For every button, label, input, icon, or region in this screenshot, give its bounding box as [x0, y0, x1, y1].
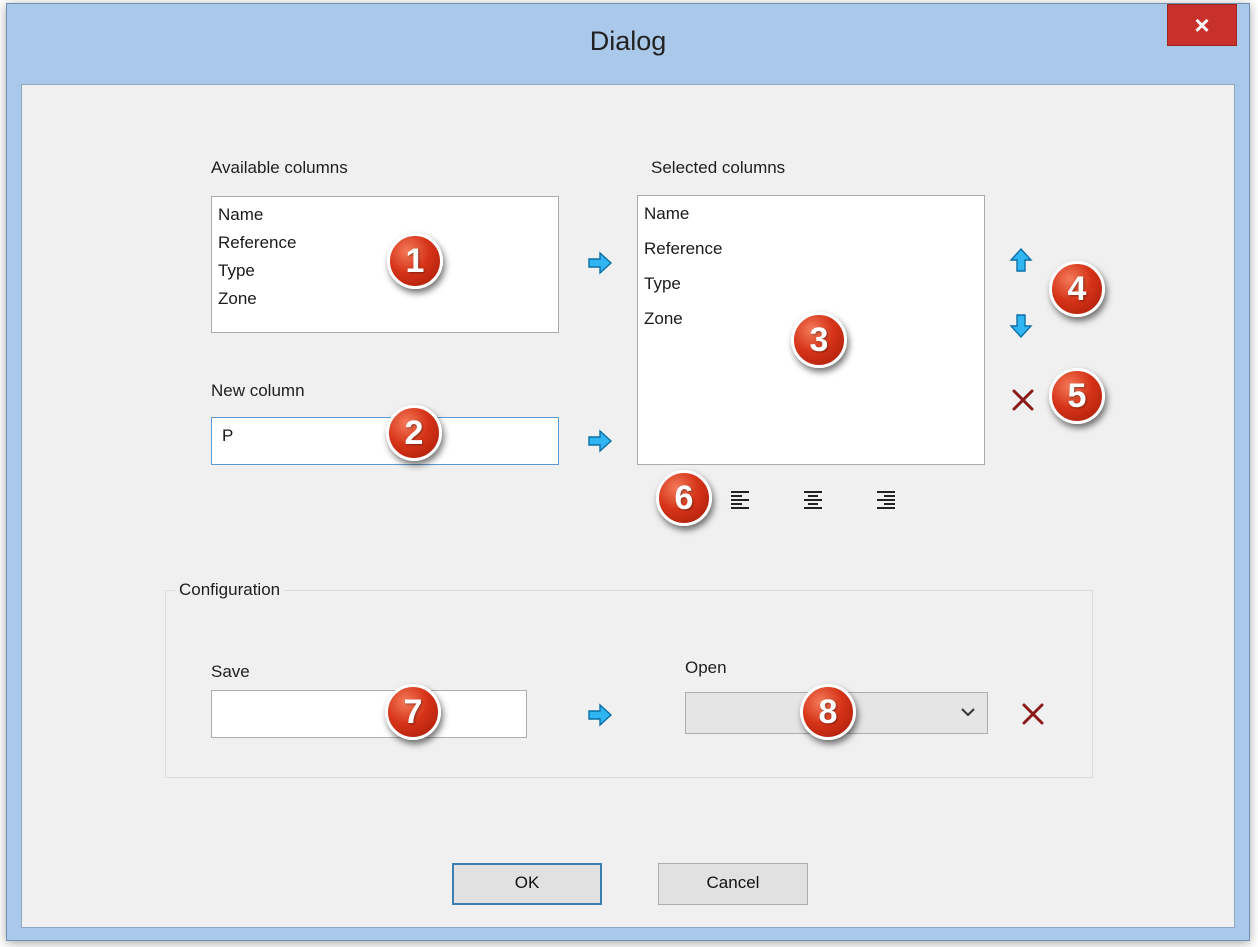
dialog-window: Dialog × Available columns Name Referenc… [6, 3, 1250, 941]
callout-badge-3: 3 [791, 312, 847, 368]
configuration-group [165, 590, 1093, 778]
callout-badge-5: 5 [1049, 368, 1105, 424]
close-button[interactable]: × [1167, 4, 1237, 46]
available-columns-list[interactable]: Name Reference Type Zone [211, 196, 559, 333]
selected-columns-label: Selected columns [651, 158, 786, 177]
open-label: Open [685, 658, 727, 677]
configuration-group-label: Configuration [175, 580, 285, 600]
callout-badge-6: 6 [656, 470, 712, 526]
add-new-column-arrow-icon[interactable] [587, 428, 613, 454]
callout-badge-4: 4 [1049, 261, 1105, 317]
dialog-title: Dialog [589, 26, 667, 56]
ok-button[interactable]: OK [452, 863, 602, 905]
callout-badge-2: 2 [386, 405, 442, 461]
move-up-arrow-icon[interactable] [1009, 247, 1033, 273]
new-column-input[interactable]: P [211, 417, 559, 465]
list-item[interactable]: Zone [218, 289, 257, 309]
callout-badge-7: 7 [385, 684, 441, 740]
align-left-icon[interactable] [729, 488, 751, 510]
cancel-button[interactable]: Cancel [658, 863, 808, 905]
add-column-arrow-icon[interactable] [587, 250, 613, 276]
available-columns-label: Available columns [211, 158, 348, 177]
new-column-label: New column [211, 381, 305, 400]
delete-column-icon[interactable] [1011, 388, 1035, 412]
list-item[interactable]: Name [644, 204, 689, 224]
list-item[interactable]: Reference [218, 233, 296, 253]
align-right-icon[interactable] [875, 488, 897, 510]
save-config-input[interactable] [211, 690, 527, 738]
callout-badge-1: 1 [387, 233, 443, 289]
list-item[interactable]: Type [218, 261, 255, 281]
save-label: Save [211, 662, 250, 681]
title-bar[interactable]: Dialog × [7, 4, 1249, 84]
dialog-body: Available columns Name Reference Type Zo… [21, 84, 1235, 928]
chevron-down-icon [961, 708, 975, 717]
list-item[interactable]: Name [218, 205, 263, 225]
list-item[interactable]: Type [644, 274, 681, 294]
move-down-arrow-icon[interactable] [1009, 313, 1033, 339]
save-config-arrow-icon[interactable] [587, 702, 613, 728]
delete-config-icon[interactable] [1021, 702, 1045, 726]
list-item[interactable]: Zone [644, 309, 683, 329]
callout-badge-8: 8 [800, 684, 856, 740]
align-center-icon[interactable] [802, 488, 824, 510]
list-item[interactable]: Reference [644, 239, 722, 259]
